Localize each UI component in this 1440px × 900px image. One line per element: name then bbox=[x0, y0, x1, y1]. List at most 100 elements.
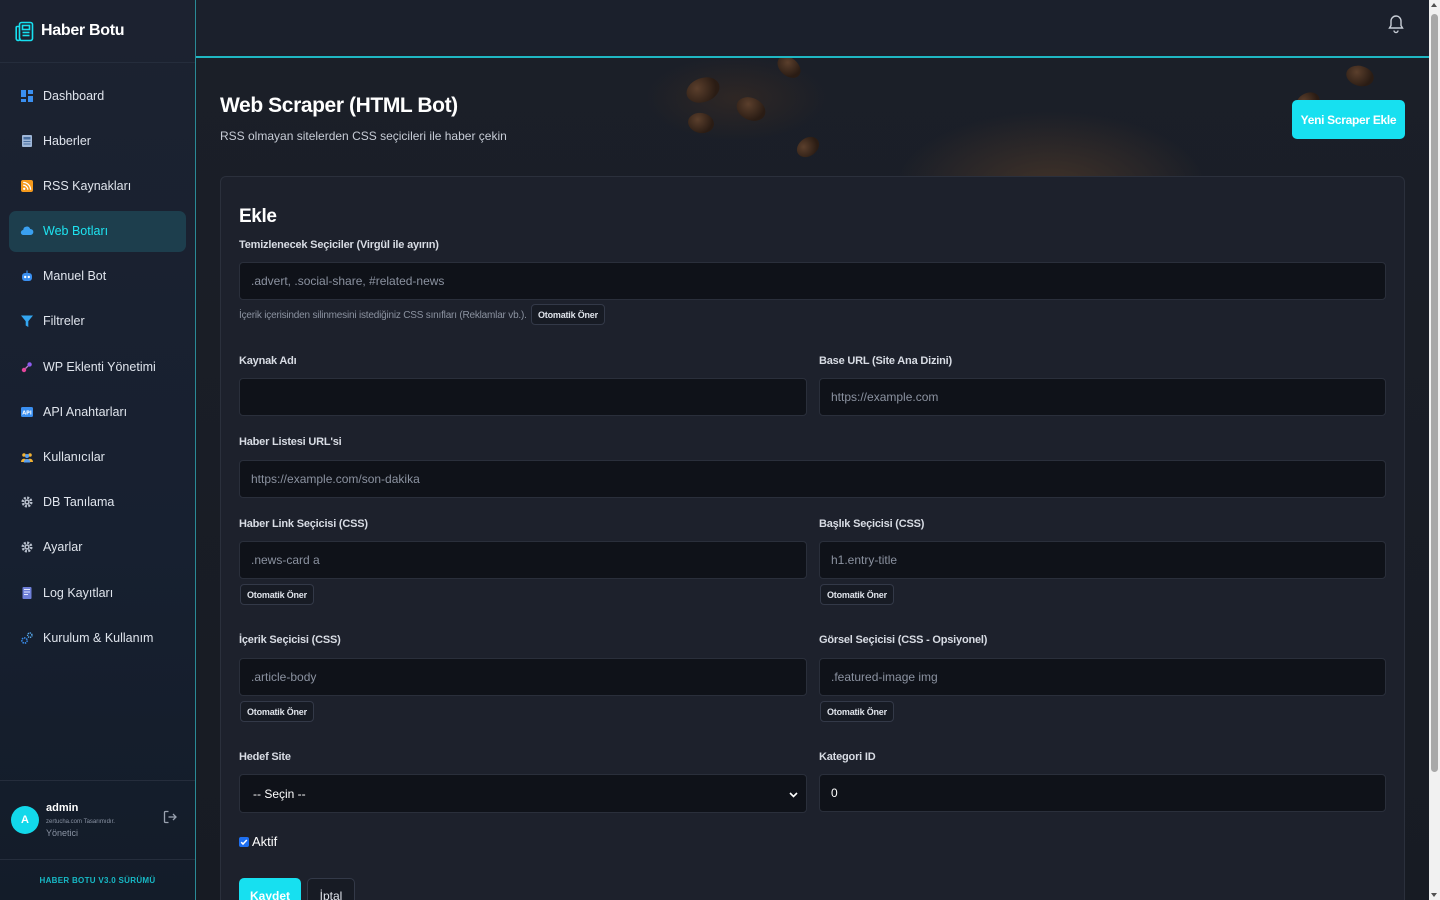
clean-selectors-hint: İçerik içerisinden silinmesini istediğin… bbox=[239, 310, 527, 321]
coffee-bean-decoration bbox=[732, 92, 770, 126]
main-content: Web Scraper (HTML Bot) RSS olmayan sitel… bbox=[196, 58, 1429, 900]
source-name-label: Kaynak Adı bbox=[239, 355, 297, 367]
scraper-form-card: Ekle Temizlenecek Seçiciler (Virgül ile … bbox=[220, 176, 1405, 900]
form-title: Ekle bbox=[239, 206, 277, 227]
image-selector-label: Görsel Seçicisi (CSS - Opsiyonel) bbox=[819, 634, 988, 646]
source-name-input[interactable] bbox=[239, 378, 807, 416]
coffee-bean-decoration bbox=[686, 110, 716, 136]
robot-icon bbox=[20, 269, 34, 283]
active-toggle[interactable]: Aktif bbox=[239, 834, 277, 849]
scroll-up-arrow-icon[interactable] bbox=[1431, 3, 1437, 7]
title-selector-auto-suggest-button[interactable]: Otomatik Öner bbox=[820, 584, 894, 605]
gear-icon bbox=[20, 540, 34, 554]
sidebar-item-label: Kurulum & Kullanım bbox=[43, 630, 154, 645]
gear-icon bbox=[20, 495, 34, 509]
sidebar-item-manuel-bot[interactable]: Manuel Bot bbox=[9, 256, 186, 297]
content-selector-input[interactable] bbox=[239, 658, 807, 696]
page-scrollbar[interactable] bbox=[1429, 0, 1440, 900]
log-icon bbox=[20, 586, 34, 600]
sidebar-item-label: API Anahtarları bbox=[43, 404, 128, 419]
link-selector-input[interactable] bbox=[239, 541, 807, 579]
user-meta: admin zertucha.com Tasarımıdır. Yönetici bbox=[46, 802, 115, 838]
content-selector-auto-suggest-button[interactable]: Otomatik Öner bbox=[240, 701, 314, 722]
bell-icon[interactable] bbox=[1387, 14, 1405, 34]
version-label: HABER BOTU V3.0 SÜRÜMÜ bbox=[39, 875, 156, 885]
brand[interactable]: Haber Botu bbox=[0, 0, 195, 63]
sidebar-item-label: DB Tanılama bbox=[43, 495, 115, 510]
user-credit: zertucha.com Tasarımıdır. bbox=[46, 819, 115, 825]
page-subtitle: RSS olmayan sitelerden CSS seçicileri il… bbox=[220, 129, 507, 143]
gears-icon bbox=[20, 631, 34, 645]
coffee-bean-decoration bbox=[682, 72, 724, 108]
save-button[interactable]: Kaydet bbox=[239, 878, 301, 900]
sidebar-item-filtreler[interactable]: Filtreler bbox=[9, 301, 186, 342]
user-panel: A admin zertucha.com Tasarımıdır. Yöneti… bbox=[0, 780, 195, 860]
avatar[interactable]: A bbox=[11, 806, 39, 834]
sidebar-item-label: Ayarlar bbox=[43, 540, 83, 555]
sidebar-item-label: WP Eklenti Yönetimi bbox=[43, 359, 156, 374]
sidebar-item-label: Haberler bbox=[43, 133, 91, 148]
content-selector-label: İçerik Seçicisi (CSS) bbox=[239, 634, 341, 646]
cancel-button[interactable]: İptal bbox=[307, 878, 355, 900]
sidebar-item-dashboard[interactable]: Dashboard bbox=[9, 75, 186, 116]
clean-selectors-auto-suggest-button[interactable]: Otomatik Öner bbox=[531, 304, 605, 325]
sidebar-nav: Dashboard Haberler RSS Kaynakları Web Bo… bbox=[0, 63, 195, 658]
sidebar-item-label: RSS Kaynakları bbox=[43, 178, 132, 193]
target-site-selected: -- Seçin -- bbox=[253, 786, 306, 801]
cloud-icon bbox=[20, 224, 34, 238]
sidebar: Haber Botu Dashboard Haberler RSS Kaynak… bbox=[0, 0, 196, 900]
image-selector-auto-suggest-button[interactable]: Otomatik Öner bbox=[820, 701, 894, 722]
link-selector-label: Haber Link Seçicisi (CSS) bbox=[239, 518, 368, 530]
coffee-bean-decoration bbox=[773, 58, 805, 83]
title-selector-label: Başlık Seçicisi (CSS) bbox=[819, 518, 925, 530]
page-title: Web Scraper (HTML Bot) bbox=[220, 94, 458, 117]
active-label: Aktif bbox=[252, 834, 278, 849]
dashboard-icon bbox=[20, 89, 34, 103]
sidebar-item-api-anahtarlari[interactable]: API API Anahtarları bbox=[9, 391, 186, 432]
list-url-input[interactable] bbox=[239, 460, 1386, 498]
plugin-icon bbox=[20, 360, 34, 374]
scrollbar-thumb[interactable] bbox=[1431, 14, 1438, 772]
newspaper-icon bbox=[20, 134, 34, 148]
sidebar-item-rss[interactable]: RSS Kaynakları bbox=[9, 165, 186, 206]
user-name: admin bbox=[46, 802, 79, 814]
base-url-input[interactable] bbox=[819, 378, 1386, 416]
sidebar-item-wp-eklenti[interactable]: WP Eklenti Yönetimi bbox=[9, 346, 186, 387]
target-site-label: Hedef Site bbox=[239, 751, 291, 763]
coffee-bean-decoration bbox=[1343, 62, 1377, 90]
sidebar-item-label: Web Botları bbox=[43, 224, 109, 239]
filter-icon bbox=[20, 314, 34, 328]
clean-selectors-label: Temizlenecek Seçiciler (Virgül ile ayırı… bbox=[239, 239, 439, 251]
sidebar-item-label: Filtreler bbox=[43, 314, 85, 329]
category-id-input[interactable] bbox=[819, 774, 1386, 812]
scroll-down-arrow-icon[interactable] bbox=[1431, 893, 1437, 897]
clean-selectors-input[interactable] bbox=[239, 262, 1386, 300]
sidebar-item-kullanicilar[interactable]: Kullanıcılar bbox=[9, 437, 186, 478]
active-checkbox[interactable] bbox=[239, 836, 249, 847]
image-selector-input[interactable] bbox=[819, 658, 1386, 696]
logout-icon[interactable] bbox=[162, 809, 178, 825]
sidebar-item-db-tanilama[interactable]: DB Tanılama bbox=[9, 482, 186, 523]
sidebar-item-ayarlar[interactable]: Ayarlar bbox=[9, 527, 186, 568]
sidebar-item-web-botlari[interactable]: Web Botları bbox=[9, 210, 186, 252]
api-icon: API bbox=[20, 405, 34, 419]
sidebar-item-kurulum[interactable]: Kurulum & Kullanım bbox=[9, 617, 186, 658]
base-url-label: Base URL (Site Ana Dizini) bbox=[819, 355, 952, 367]
sidebar-item-label: Log Kayıtları bbox=[43, 585, 114, 600]
user-role: Yönetici bbox=[46, 828, 79, 838]
title-selector-input[interactable] bbox=[819, 541, 1386, 579]
users-icon bbox=[20, 450, 34, 464]
chevron-down-icon bbox=[789, 792, 798, 798]
sidebar-item-label: Manuel Bot bbox=[43, 269, 107, 284]
category-id-label: Kategori ID bbox=[819, 751, 876, 763]
new-scraper-button[interactable]: Yeni Scraper Ekle bbox=[1292, 100, 1405, 139]
newspaper-logo-icon bbox=[15, 21, 34, 41]
link-selector-auto-suggest-button[interactable]: Otomatik Öner bbox=[240, 584, 314, 605]
topbar bbox=[196, 0, 1429, 58]
sidebar-item-log-kayitlari[interactable]: Log Kayıtları bbox=[9, 572, 186, 613]
target-site-select[interactable]: -- Seçin -- bbox=[239, 774, 807, 813]
brand-name: Haber Botu bbox=[41, 22, 125, 39]
sidebar-item-label: Dashboard bbox=[43, 88, 105, 103]
rss-icon bbox=[20, 179, 34, 193]
sidebar-item-haberler[interactable]: Haberler bbox=[9, 120, 186, 161]
